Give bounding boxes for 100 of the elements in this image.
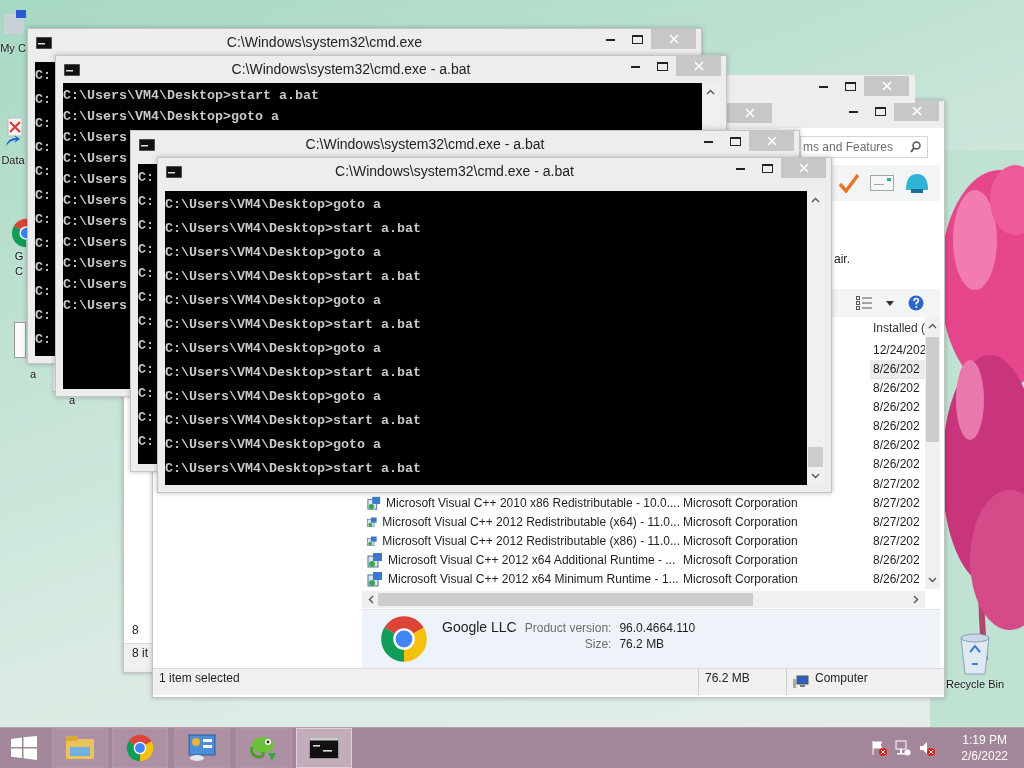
terminal-icon — [36, 37, 52, 49]
scroll-thumb[interactable] — [378, 592, 753, 606]
terminal-line: C:\Users\VM4\Desktop>start a.bat — [165, 364, 421, 382]
minimize-icon — [849, 109, 858, 113]
program-row[interactable]: Microsoft Visual C++ 2012 x64 Minimum Runtime - 1... Microsoft Corporation 8/26/202 — [157, 569, 925, 590]
detail-label: Product version: — [524, 621, 612, 635]
terminal-line: C: — [35, 307, 51, 325]
window-title: C:\Windows\system32\cmd.exe - a.bat — [304, 135, 546, 154]
terminal-line: C: — [35, 283, 51, 301]
publisher-cell-text: Microsoft Corporation — [682, 495, 799, 510]
terminal-line: C:\Users\VM4\Desktop>start a.bat — [165, 412, 421, 430]
program-row[interactable]: Microsoft Visual C++ 2012 x64 Additional Runtime - ... Microsoft Corporation 8/26/202 — [157, 550, 925, 570]
terminal-line: C: — [138, 289, 154, 307]
terminal-line: C: — [138, 169, 154, 187]
view-list-icon[interactable] — [856, 296, 872, 310]
column-header[interactable]: Installed ( — [870, 321, 925, 336]
detail-label: Size: — [583, 637, 612, 651]
scroll-thumb[interactable] — [808, 447, 823, 467]
installed-date: 8/26/202 — [872, 572, 921, 586]
terminal-line: C:\Users\VM4\Desktop>goto a — [165, 388, 381, 406]
search-icon — [910, 140, 921, 153]
program-name: Microsoft Visual C++ 2012 x64 Additional Runtime - ... — [387, 552, 676, 567]
caret-icon[interactable] — [886, 300, 894, 306]
scroll-down-icon[interactable] — [811, 473, 820, 479]
scroll-down-icon[interactable] — [928, 577, 937, 583]
scroll-up-icon[interactable] — [928, 323, 937, 329]
scroll-right-icon[interactable] — [913, 594, 919, 604]
program-name: Microsoft Visual C++ 2012 Redistributable (x86) - 11.0... — [381, 533, 680, 548]
terminal-line: C:\Users\VM4\Desktop>start a.bat — [165, 460, 421, 478]
close-icon — [744, 108, 755, 118]
terminal-line: C: — [138, 433, 154, 451]
icon-label: C — [15, 265, 23, 278]
maximize-icon — [730, 136, 741, 146]
icon-label: Data — [1, 154, 25, 167]
terminal-line: C:\Users — [63, 171, 127, 189]
taskbar-button[interactable] — [296, 728, 352, 768]
program-row[interactable]: Microsoft Visual C++ 2010 x86 Redistributable - 10.0.... Microsoft Corporation 8/27/202 — [157, 493, 925, 513]
installed-date: 8/27/202 — [872, 514, 921, 529]
checkmark-icon[interactable] — [838, 173, 860, 193]
terminal-line: C: — [35, 235, 51, 253]
terminal-line: C:\Users\VM4\Desktop>goto a — [165, 340, 381, 358]
maximize-icon — [875, 106, 886, 116]
terminal-line: C:\Users — [63, 255, 127, 273]
muted-speaker-icon[interactable] — [919, 740, 936, 756]
terminal-line: C: — [138, 409, 154, 427]
terminal-line: C:\Users — [63, 276, 127, 294]
maximize-icon — [632, 34, 643, 44]
flag-icon[interactable] — [871, 740, 888, 756]
close-icon — [911, 106, 922, 116]
installed-date: 8/27/202 — [872, 533, 921, 548]
terminal-line: C: — [35, 331, 51, 349]
terminal-line: C:\Users — [63, 129, 127, 147]
installer-icon — [367, 571, 383, 587]
network-icon[interactable] — [895, 740, 912, 756]
close-icon — [766, 136, 777, 146]
terminal-line: C: — [138, 361, 154, 379]
terminal-line: C: — [138, 313, 154, 331]
scroll-up-icon[interactable] — [811, 197, 820, 203]
terminal-line: C:\Users — [63, 297, 127, 315]
info-text: air. — [834, 252, 850, 266]
installed-date: 8/27/202 — [872, 495, 921, 510]
status-text: 76.2 MB — [705, 670, 750, 687]
card-icon[interactable] — [870, 175, 894, 191]
icon-label: a — [30, 368, 37, 381]
terminal-line: C:\Users\VM4\Desktop>goto a — [165, 244, 381, 262]
maximize-icon — [762, 163, 773, 173]
terminal-line: C:\Users\VM4\Desktop>start a.bat — [165, 220, 421, 238]
search-field[interactable]: ms and Features — [800, 135, 928, 158]
terminal-line: C: — [35, 115, 51, 133]
scroll-up-icon[interactable] — [706, 89, 715, 95]
control-panel-icon — [187, 734, 217, 762]
icon-label: a — [68, 394, 76, 407]
terminal-line: C:\Users\VM4\Desktop>start a.bat — [165, 316, 421, 334]
program-name: Microsoft Visual C++ 2012 x64 Minimum Runtime - 1... — [387, 572, 679, 586]
terminal-line: C: — [35, 211, 51, 229]
icon-label: My C — [0, 42, 26, 55]
terminal-line: C:\Users\VM4\Desktop>goto a — [165, 436, 381, 454]
detail-value: 96.0.4664.110 — [619, 621, 696, 635]
program-row[interactable]: Microsoft Visual C++ 2012 Redistributable (x86) - 11.0... Microsoft Corporation 8/27/202 — [157, 531, 925, 551]
minimize-icon — [704, 139, 713, 143]
icon-label: Recycle Bin — [946, 678, 1005, 691]
shell-icon[interactable] — [904, 172, 930, 194]
detail-value: 76.2 MB — [619, 637, 666, 651]
terminal-line: C:\Users — [63, 234, 127, 252]
chrome-icon — [380, 615, 428, 663]
status-text: 1 item selected — [159, 670, 240, 687]
terminal-line: C: — [138, 217, 154, 235]
help-icon[interactable] — [908, 295, 924, 311]
chrome-icon — [126, 734, 154, 762]
window-title: C:\Windows\system32\cmd.exe — [225, 33, 424, 52]
program-row[interactable]: Microsoft Visual C++ 2012 Redistributable (x64) - 11.0... Microsoft Corporation 8/27/202 — [157, 512, 925, 532]
scroll-thumb[interactable] — [926, 337, 939, 442]
computer-icon — [793, 675, 809, 689]
program-name: Microsoft Visual C++ 2012 Redistributable (x64) - 11.0... — [381, 514, 680, 529]
horizontal-scroll-bar[interactable] — [362, 590, 925, 608]
scroll-left-icon[interactable] — [368, 594, 374, 604]
terminal-line: C: — [138, 265, 154, 283]
terminal-line: C:\Users\VM4\Desktop>goto a — [165, 292, 381, 310]
terminal-line: C:\Users\VM4\Desktop>goto a — [63, 108, 279, 126]
scroll-bar[interactable] — [925, 317, 940, 589]
